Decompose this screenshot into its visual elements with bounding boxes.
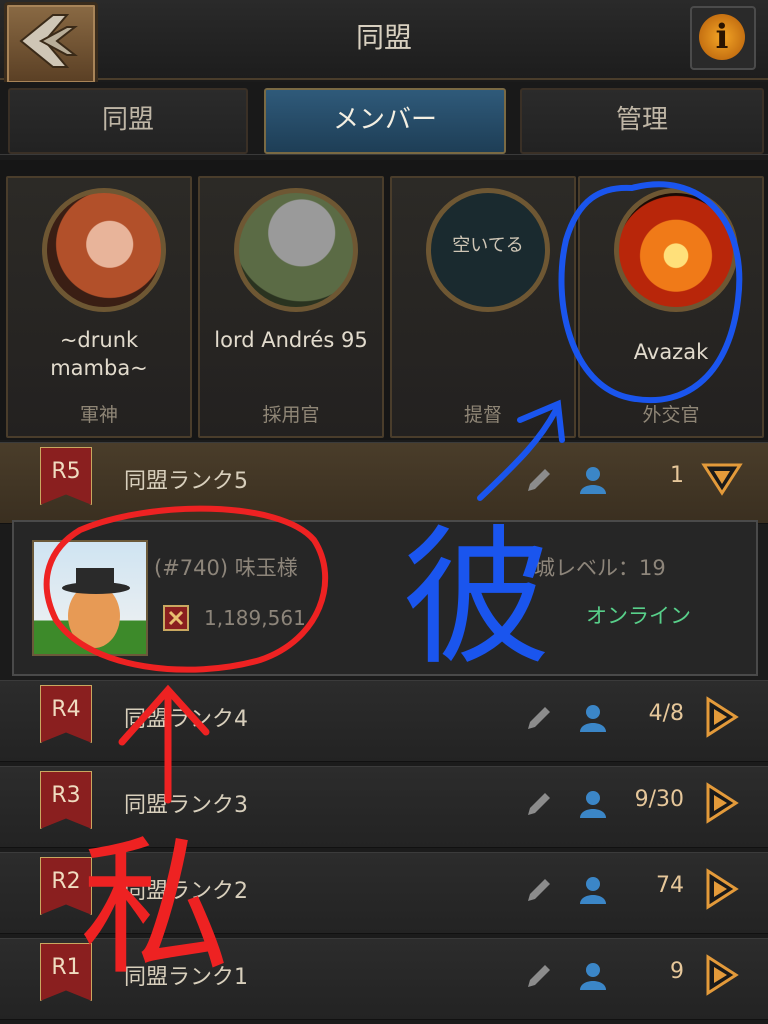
officer-card[interactable]: lord Andrés 95 採用官 (198, 176, 384, 438)
egg-avatar-icon (62, 568, 130, 648)
rank-row-r4[interactable]: R4 同盟ランク4 4/8 (0, 680, 768, 762)
member-status: オンライン (586, 604, 691, 628)
member-icon[interactable] (578, 789, 608, 819)
tab-bar: 同盟 メンバー 管理 (0, 82, 768, 155)
rank-row-r2[interactable]: R2 同盟ランク2 74 (0, 852, 768, 934)
rank-count: 9/30 (634, 787, 684, 812)
rank-row-r3[interactable]: R3 同盟ランク3 9/30 (0, 766, 768, 848)
expand-arrow-icon[interactable] (700, 695, 744, 739)
tab-members[interactable]: メンバー (264, 88, 506, 154)
officer-role: 外交官 (642, 404, 700, 426)
officer-card-vacant[interactable]: 空いてる 提督 (390, 176, 576, 438)
rank-label: 同盟ランク2 (124, 879, 248, 904)
expand-arrow-icon[interactable] (700, 781, 744, 825)
officer-card[interactable]: ~drunk mamba~ 軍神 (6, 176, 192, 438)
tab-management[interactable]: 管理 (520, 88, 764, 154)
expand-arrow-icon[interactable] (700, 867, 744, 911)
rank-badge: R5 (40, 447, 92, 505)
officer-card[interactable]: Avazak 外交官 (578, 176, 764, 438)
rank-count: 1 (670, 463, 684, 488)
expand-arrow-icon[interactable] (700, 953, 744, 997)
info-button[interactable]: i (690, 6, 756, 70)
rank-label: 同盟ランク3 (124, 793, 248, 818)
rank-label: 同盟ランク5 (124, 469, 248, 494)
rank-label: 同盟ランク4 (124, 707, 248, 732)
pencil-icon[interactable] (524, 789, 554, 819)
rank-row-r5[interactable]: R5 同盟ランク5 1 (0, 442, 768, 524)
officer-role: 採用官 (262, 404, 320, 426)
member-icon[interactable] (578, 465, 608, 495)
info-icon: i (699, 14, 745, 60)
officer-portrait (614, 188, 738, 312)
collapse-arrow-icon[interactable] (700, 457, 744, 501)
rank-row-r1[interactable]: R1 同盟ランク1 9 (0, 938, 768, 1020)
member-avatar (32, 540, 148, 656)
vacant-label: 空いてる (452, 235, 524, 256)
rank-badge: R3 (40, 771, 92, 829)
rank-count: 9 (670, 959, 684, 984)
pencil-icon[interactable] (524, 703, 554, 733)
member-icon[interactable] (578, 875, 608, 905)
rank-badge: R1 (40, 943, 92, 1001)
pencil-icon[interactable] (524, 465, 554, 495)
rank-badge: R2 (40, 857, 92, 915)
member-power: 1,189,561 (204, 606, 306, 630)
officer-name: ~drunk mamba~ (50, 328, 148, 380)
member-icon[interactable] (578, 961, 608, 991)
pencil-icon[interactable] (524, 875, 554, 905)
officer-name: lord Andrés 95 (214, 328, 368, 352)
member-icon[interactable] (578, 703, 608, 733)
member-level: 城レベル：19 (534, 556, 666, 580)
member-row[interactable]: (#740) 味玉様 1,189,561 城レベル：19 オンライン (12, 520, 758, 676)
tab-alliance[interactable]: 同盟 (8, 88, 248, 154)
rank-count: 4/8 (648, 701, 684, 726)
officer-role: 軍神 (79, 404, 118, 426)
rank-badge: R4 (40, 685, 92, 743)
officer-panel: ~drunk mamba~ 軍神 lord Andrés 95 採用官 空いてる… (0, 160, 768, 440)
officer-name: Avazak (633, 340, 709, 364)
member-name: (#740) 味玉様 (154, 556, 298, 580)
vacant-slot: 空いてる (426, 188, 550, 312)
rank-count: 74 (656, 873, 684, 898)
officer-role: 提督 (463, 404, 502, 426)
power-icon (163, 605, 189, 631)
officer-portrait (42, 188, 166, 312)
pencil-icon[interactable] (524, 961, 554, 991)
page-title: 同盟 (355, 21, 412, 54)
officer-portrait (234, 188, 358, 312)
rank-label: 同盟ランク1 (124, 965, 248, 990)
